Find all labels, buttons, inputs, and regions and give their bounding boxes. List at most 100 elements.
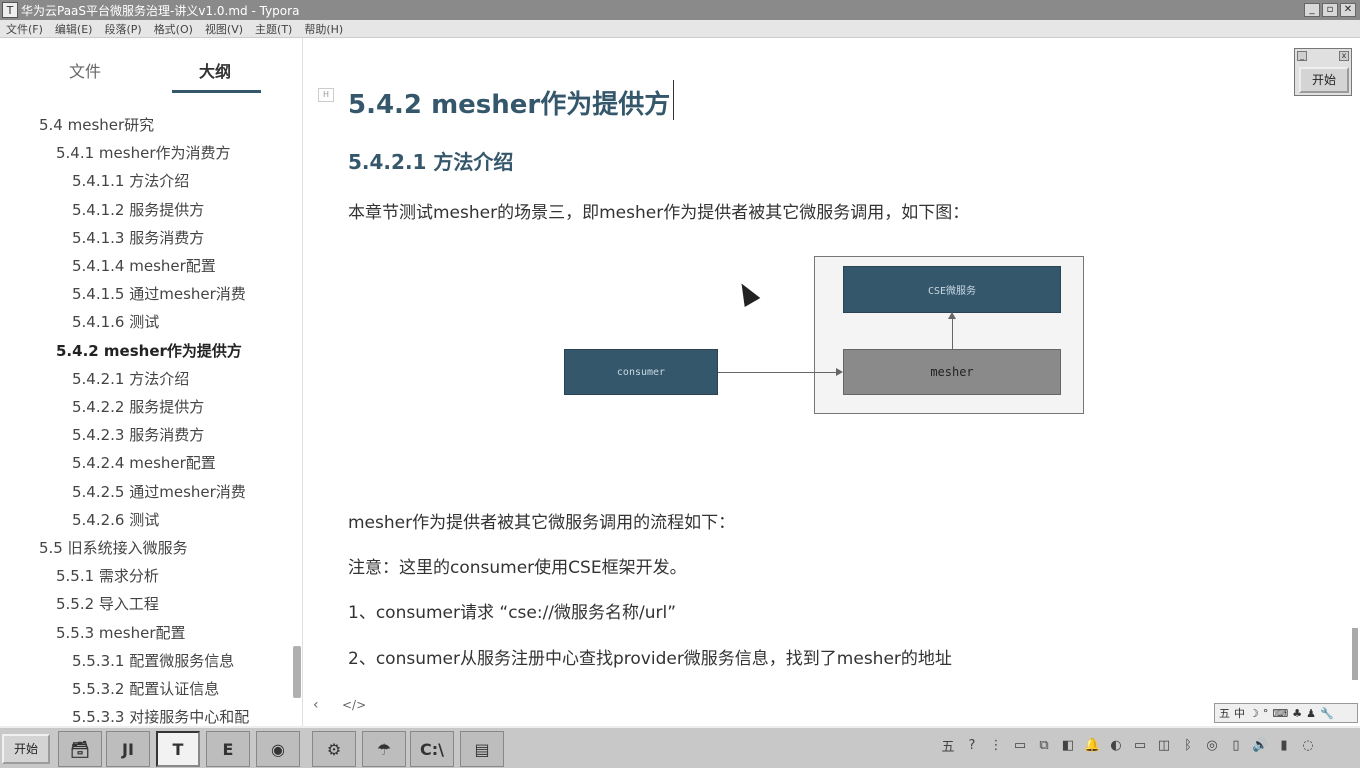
toggle-sidebar-icon[interactable]: ‹ bbox=[313, 697, 319, 713]
panel-min-icon[interactable]: _ bbox=[1297, 51, 1307, 61]
ime-moon-icon[interactable]: ☽ bbox=[1249, 707, 1259, 720]
outline-item[interactable]: 5.4.1.2 服务提供方 bbox=[72, 199, 204, 220]
menu-help[interactable]: 帮助(H) bbox=[298, 21, 349, 37]
screen-recorder-icon[interactable]: ▤ bbox=[460, 731, 504, 767]
outline-item[interactable]: 5.4.1.6 测试 bbox=[72, 311, 159, 332]
outline-item[interactable]: 5.4.1.4 mesher配置 bbox=[72, 255, 216, 276]
maximize-button[interactable]: ▫ bbox=[1322, 3, 1338, 17]
outline-item[interactable]: 5.5.3.2 配置认证信息 bbox=[72, 678, 219, 699]
outline-item[interactable]: 5.5.1 需求分析 bbox=[56, 565, 159, 586]
section-heading[interactable]: 5.4.2 mesher作为提供方 bbox=[348, 84, 670, 121]
tray-icon[interactable]: 🔊 bbox=[1252, 738, 1268, 753]
tray-icon[interactable]: ◐ bbox=[1108, 738, 1124, 753]
editor-area: H 5.4.2 mesher作为提供方 5.4.2.1 方法介绍 本章节测试me… bbox=[304, 38, 1360, 726]
network-app-icon[interactable]: ☂ bbox=[362, 731, 406, 767]
window-title: 华为云PaaS平台微服务治理-讲义v1.0.md - Typora bbox=[21, 3, 300, 18]
editor-app-icon[interactable]: E bbox=[206, 731, 250, 767]
active-tab-indicator bbox=[172, 90, 261, 93]
diagram-arrowhead-up bbox=[948, 312, 956, 319]
system-tray: 五? ⋮ ▭ ⧉ ◧ 🔔 ◐ ▭ ◫ ᛒ ◎ ▯ 🔊 ▮ ◌ bbox=[940, 736, 1316, 755]
outline-item[interactable]: 5.4.2.1 方法介绍 bbox=[72, 368, 189, 389]
outline-item[interactable]: 5.5.3.3 对接服务中心和配 bbox=[72, 706, 249, 726]
outline-item[interactable]: 5.5 旧系统接入微服务 bbox=[39, 537, 188, 558]
tray-icon[interactable]: ▭ bbox=[1012, 738, 1028, 753]
tools-icon[interactable]: ⚙ bbox=[312, 731, 356, 767]
typora-taskbar-icon[interactable]: T bbox=[156, 731, 200, 767]
floating-start-panel: _ x 开始 bbox=[1294, 48, 1352, 96]
outline-item[interactable]: 5.4.2.5 通过mesher消费 bbox=[72, 481, 246, 502]
step-1[interactable]: 1、consumer请求 “cse://微服务名称/url” bbox=[348, 598, 676, 623]
editor-scrollbar[interactable] bbox=[1352, 628, 1358, 680]
outline-item[interactable]: 5.4.2.4 mesher配置 bbox=[72, 452, 216, 473]
architecture-diagram[interactable]: CSE微服务 consumer mesher bbox=[564, 256, 1084, 416]
minimize-button[interactable]: _ bbox=[1304, 3, 1320, 17]
outline-item[interactable]: 5.5.2 导入工程 bbox=[56, 593, 159, 614]
diagram-consumer-box: consumer bbox=[564, 349, 718, 395]
start-button[interactable]: 开始 bbox=[1299, 67, 1349, 93]
tray-icon[interactable]: ? bbox=[964, 738, 980, 753]
tray-icon[interactable]: ◧ bbox=[1060, 738, 1076, 753]
menu-paragraph[interactable]: 段落(P) bbox=[98, 21, 147, 37]
menu-theme[interactable]: 主题(T) bbox=[249, 21, 298, 37]
heading-marker-icon: H bbox=[318, 88, 334, 102]
tab-files[interactable]: 文件 bbox=[69, 58, 101, 82]
tray-icon[interactable]: ᛒ bbox=[1180, 738, 1196, 753]
menu-bar: 文件(F) 编辑(E) 段落(P) 格式(O) 视图(V) 主题(T) 帮助(H… bbox=[0, 20, 1360, 38]
intro-paragraph[interactable]: 本章节测试mesher的场景三，即mesher作为提供者被其它微服务调用，如下图… bbox=[348, 198, 969, 223]
menu-edit[interactable]: 编辑(E) bbox=[49, 21, 99, 37]
window-controls: _ ▫ ✕ bbox=[1304, 3, 1356, 17]
outline-item[interactable]: 5.4.2.3 服务消费方 bbox=[72, 424, 204, 445]
diagram-arrow-consumer-to-mesher bbox=[718, 372, 840, 373]
tray-icon[interactable]: ▮ bbox=[1276, 738, 1292, 753]
flow-title[interactable]: mesher作为提供者被其它微服务调用的流程如下： bbox=[348, 508, 735, 533]
sidebar: 文件 大纲 5.4 mesher研究 5.4.1 mesher作为消费方 5.4.1… bbox=[0, 38, 303, 726]
outline-item[interactable]: 5.4.2.2 服务提供方 bbox=[72, 396, 204, 417]
ime-wubi-icon[interactable]: 五 bbox=[1219, 705, 1230, 721]
outline-item[interactable]: 5.5.3 mesher配置 bbox=[56, 622, 186, 643]
note-paragraph[interactable]: 注意：这里的consumer使用CSE框架开发。 bbox=[348, 553, 687, 578]
outline-item[interactable]: 5.4.1.1 方法介绍 bbox=[72, 170, 189, 191]
subsection-heading[interactable]: 5.4.2.1 方法介绍 bbox=[348, 146, 513, 175]
tab-outline[interactable]: 大纲 bbox=[199, 58, 231, 82]
sidebar-scrollbar[interactable] bbox=[293, 646, 301, 698]
outline-item[interactable]: 5.4.1 mesher作为消费方 bbox=[56, 142, 231, 163]
tray-icon[interactable]: ⧉ bbox=[1036, 738, 1052, 753]
tray-icon[interactable]: ◌ bbox=[1300, 738, 1316, 753]
outline-item[interactable]: 5.4.1.5 通过mesher消费 bbox=[72, 283, 246, 304]
menu-file[interactable]: 文件(F) bbox=[0, 21, 49, 37]
taskbar-start-button[interactable]: 开始 bbox=[2, 734, 50, 764]
step-2[interactable]: 2、consumer从服务注册中心查找provider微服务信息，找到了mesh… bbox=[348, 644, 952, 669]
sidebar-tabs: 文件 大纲 bbox=[0, 38, 302, 98]
tray-icon[interactable]: 五 bbox=[940, 736, 956, 755]
intellij-icon[interactable]: JI bbox=[106, 731, 150, 767]
terminal-icon[interactable]: C:\ bbox=[410, 731, 454, 767]
tray-icon[interactable]: 🔔 bbox=[1084, 738, 1100, 753]
ime-settings-icon[interactable]: 🔧 bbox=[1320, 707, 1334, 720]
outline-item[interactable]: 5.4.2.6 测试 bbox=[72, 509, 159, 530]
ime-keyboard-icon[interactable]: ⌨ bbox=[1272, 707, 1288, 720]
title-bar: T 华为云PaaS平台微服务治理-讲义v1.0.md - Typora _ ▫ … bbox=[0, 0, 1360, 20]
tray-icon[interactable]: ▯ bbox=[1228, 738, 1244, 753]
menu-format[interactable]: 格式(O) bbox=[148, 21, 199, 37]
browser-icon[interactable]: ◉ bbox=[256, 731, 300, 767]
outline-item[interactable]: 5.4 mesher研究 bbox=[39, 114, 154, 135]
ime-skin-icon[interactable]: ♣ bbox=[1292, 707, 1302, 720]
tray-icon[interactable]: ◫ bbox=[1156, 738, 1172, 753]
ime-chinese-icon[interactable]: 中 bbox=[1234, 705, 1245, 721]
outline-item[interactable]: 5.5.3.1 配置微服务信息 bbox=[72, 650, 234, 671]
taskbar: 开始 🗃 JI T E ◉ ⚙ ☂ C:\ ▤ 五? ⋮ ▭ ⧉ ◧ 🔔 ◐ ▭ ◫ ᛒ ◎ ▯ 🔊 ▮ ◌ bbox=[0, 726, 1360, 768]
ime-toolbar: 五 中 ☽ ° ⌨ ♣ ♟ 🔧 bbox=[1214, 703, 1358, 723]
ime-user-icon[interactable]: ♟ bbox=[1306, 707, 1316, 720]
outline-item[interactable]: 5.4.2 mesher作为提供方 bbox=[56, 340, 242, 361]
diagram-cse-box: CSE微服务 bbox=[843, 266, 1061, 313]
panel-close-icon[interactable]: x bbox=[1339, 51, 1349, 61]
outline-item[interactable]: 5.4.1.3 服务消费方 bbox=[72, 227, 204, 248]
tray-icon[interactable]: ⋮ bbox=[988, 738, 1004, 753]
close-button[interactable]: ✕ bbox=[1340, 3, 1356, 17]
menu-view[interactable]: 视图(V) bbox=[199, 21, 249, 37]
tray-icon[interactable]: ▭ bbox=[1132, 738, 1148, 753]
file-manager-icon[interactable]: 🗃 bbox=[58, 731, 102, 767]
tray-icon[interactable]: ◎ bbox=[1204, 738, 1220, 753]
source-mode-icon[interactable]: </> bbox=[342, 698, 366, 712]
ime-punct-icon[interactable]: ° bbox=[1263, 707, 1269, 720]
